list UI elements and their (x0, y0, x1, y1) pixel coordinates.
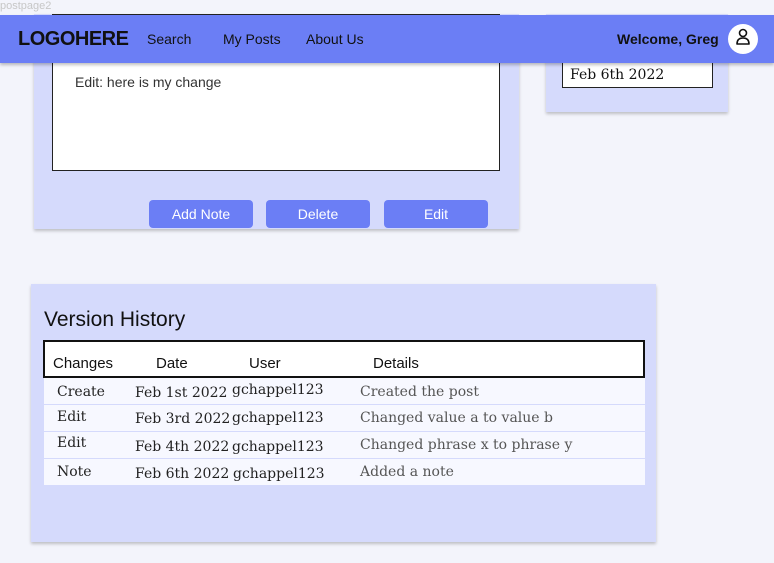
table-row[interactable]: Edit Feb 3rd 2022 gchappel123 Changed va… (44, 405, 645, 431)
cell-details: Added a note (360, 464, 454, 480)
version-history-title: Version History (44, 308, 186, 331)
column-header-date: Date (156, 355, 188, 372)
cell-user: gchappel123 (232, 439, 324, 455)
nav-item-about-us[interactable]: About Us (306, 31, 364, 47)
table-header: Changes Date User Details (43, 340, 645, 378)
cell-date: Feb 3rd 2022 (135, 411, 231, 427)
edit-button[interactable]: Edit (384, 200, 488, 228)
column-header-changes: Changes (53, 355, 114, 372)
welcome-text: Welcome, Greg (617, 31, 719, 47)
cell-date: Feb 4th 2022 (135, 439, 230, 455)
cell-user: gchappel123 (232, 382, 324, 398)
cell-change: Create (57, 384, 105, 400)
cell-change: Note (57, 464, 92, 480)
column-header-user: User (249, 355, 281, 372)
post-body-text: Edit: here is my change (75, 74, 222, 90)
cell-details: Changed value a to value b (360, 410, 553, 426)
add-note-button[interactable]: Add Note (149, 200, 253, 228)
nav-item-search[interactable]: Search (147, 31, 191, 47)
cell-date: Feb 6th 2022 (135, 466, 230, 482)
cell-user: gchappel123 (233, 466, 325, 482)
cell-change: Edit (57, 435, 87, 451)
column-header-details: Details (373, 355, 419, 372)
cell-details: Changed phrase x to phrase y (360, 437, 573, 453)
cell-user: gchappel123 (232, 410, 324, 426)
nav-item-my-posts[interactable]: My Posts (223, 31, 281, 47)
navbar: LOGOHERE Search My Posts About Us Welcom… (0, 15, 774, 63)
cell-details: Created the post (360, 384, 479, 400)
user-icon (735, 28, 751, 51)
cell-change: Edit (57, 409, 87, 425)
user-avatar-button[interactable] (728, 24, 758, 54)
delete-button[interactable]: Delete (266, 200, 370, 228)
logo[interactable]: LOGOHERE (18, 28, 129, 51)
table-row[interactable]: Note Feb 6th 2022 gchappel123 Added a no… (44, 459, 645, 485)
cell-date: Feb 1st 2022 (135, 385, 228, 401)
table-row[interactable]: Create Feb 1st 2022 gchappel123 Created … (44, 378, 645, 404)
version-history-card: Version History Changes Date User Detail… (31, 284, 656, 542)
table-row[interactable]: Edit Feb 4th 2022 gchappel123 Changed ph… (44, 432, 645, 458)
page-label: postpage2 (0, 0, 52, 12)
side-date-field: Feb 6th 2022 (562, 60, 713, 88)
